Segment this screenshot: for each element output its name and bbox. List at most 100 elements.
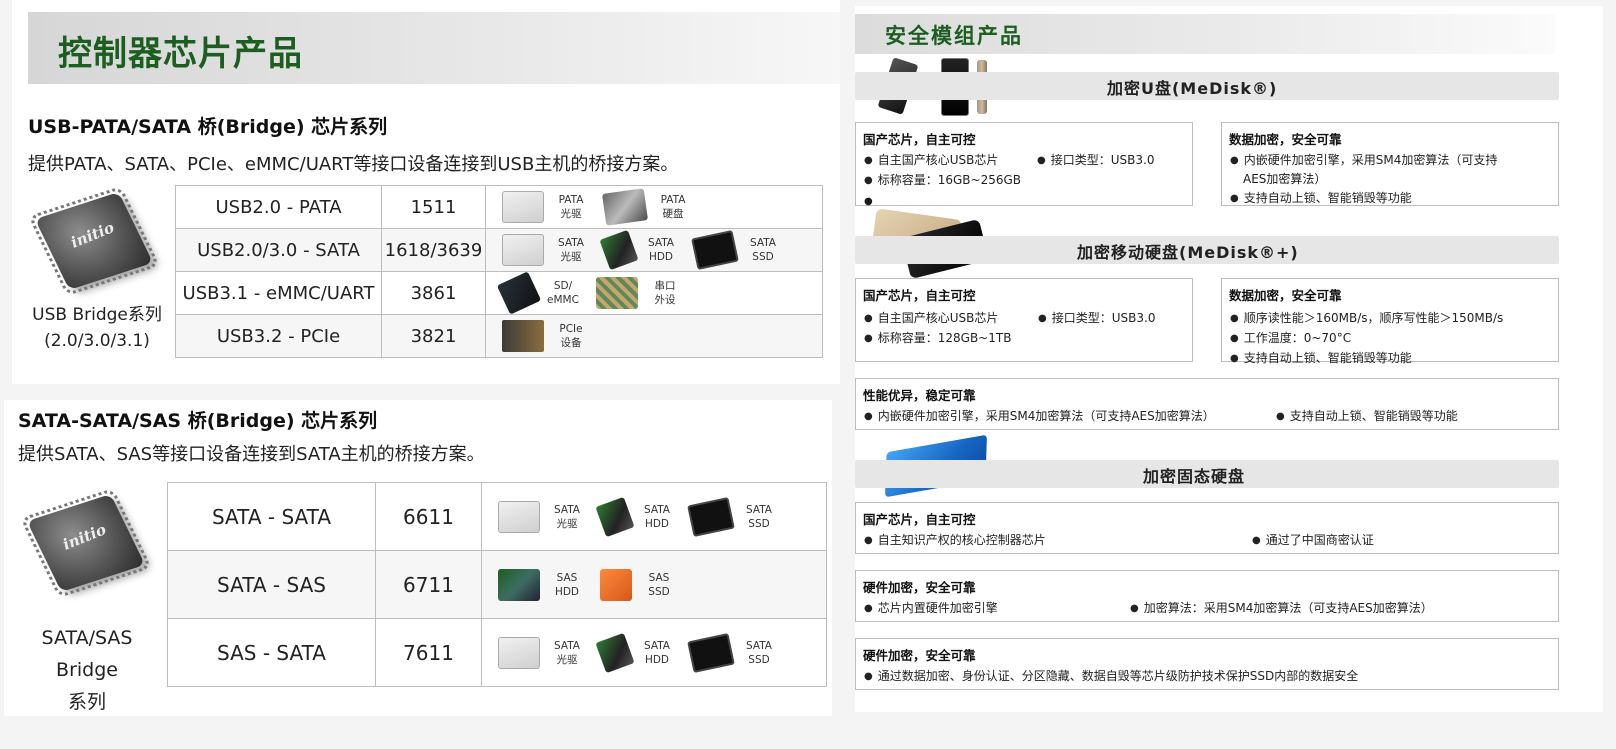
security-title-bar: 安全模组产品 [855,14,1555,54]
hdd-icon [595,496,635,537]
device-item: SATA HDD [599,229,678,271]
usb-series-description: 提供PATA、SATA、PCIe、eMMC/UART等接口设备连接到USB主机的… [28,154,679,175]
devices-cell: SD/ eMMC 串口 外设 [485,271,823,315]
controller-section-title: 控制器芯片产品 [58,34,303,74]
bullet-item: 标称容量：16GB~256GB [864,171,1021,188]
devices-cell: SAS HDD SAS SSD [481,550,827,619]
hdd-icon [595,632,635,673]
medisk-card-domestic: 国产芯片，自主可控 自主国产核心USB芯片 接口类型：USB3.0 标称容量：1… [855,122,1193,206]
optical-drive-icon [502,234,544,266]
interface-cell: SAS - SATA [167,618,376,687]
interface-cell: SATA - SATA [167,482,376,551]
bullet-item: 自主国产核心USB芯片 [864,309,999,326]
medisk-card-encryption: 数据加密，安全可靠 内嵌硬件加密引擎，采用SM4加密算法（可支持 AES加密算法… [1221,122,1559,206]
table-row: SATA - SATA 6611 SATA 光驱 SATA HDD SATA SSD [167,482,827,551]
sas-ssd-icon [600,568,632,601]
bullet-item: 自主国产核心USB芯片 [864,151,999,168]
device-label: SATA SSD [745,503,772,530]
bullet-item: 加密算法：采用SM4加密算法（可支持AES加密算法） [1130,599,1433,616]
device-item: SAS SSD [600,568,676,601]
model-cell: 7611 [375,618,482,687]
device-label: PATA 光驱 [558,194,584,220]
empty-bullet [864,189,873,208]
card-title: 性能优异，稳定可靠 [863,388,976,403]
device-item: SATA SSD [691,229,780,271]
bullet-item: 工作温度：0~70°C [1230,329,1351,346]
bullet-item: 接口类型：USB3.0 [1038,309,1156,326]
model-cell: 1511 [381,185,486,229]
medisk-plus-title: 加密移动硬盘(MeDisk®+) [1077,243,1299,262]
card-title: 数据加密，安全可靠 [1229,288,1342,303]
card-title: 国产芯片，自主可控 [863,288,976,303]
encrypted-ssd-title-bar: 加密固态硬盘 [855,460,1559,488]
device-label: SATA SSD [749,237,776,263]
ssd-card-protection: 硬件加密，安全可靠 通过数据加密、身份认证、分区隐藏、数据自毁等芯片级防护技术保… [855,638,1559,690]
security-module-panel: 安全模组产品 加密U盘(MeDisk®) 国产芯片，自主可控 自主国产核心USB… [855,6,1603,712]
bullet-item: 接口类型：USB3.0 [1037,151,1155,168]
card-title: 国产芯片，自主可控 [863,512,976,527]
device-label: SATA HDD [643,503,670,530]
interface-cell: SATA - SAS [167,550,376,619]
card-title: 硬件加密，安全可靠 [863,580,976,595]
device-item: SAS HDD [498,568,584,601]
model-cell: 6711 [375,550,482,619]
hdd-icon [599,229,639,271]
optical-drive-icon [498,636,540,669]
device-item: PATA 硬盘 [601,188,690,226]
sata-bridge-caption: SATA/SAS Bridge 系列 [41,627,133,713]
device-item: PATA 光驱 [502,191,588,223]
controller-title-bar: 控制器芯片产品 [28,12,840,84]
device-label: SATA HDD [647,237,674,263]
bullet-item: 支持自动上锁、智能销毁等功能 [1276,407,1458,424]
bullet-item: 内嵌硬件加密引擎，采用SM4加密算法（可支持AES加密算法） [864,407,1215,424]
sas-hdd-icon [498,568,540,601]
optical-drive-icon [502,191,544,223]
model-cell: 3861 [381,271,486,315]
devices-cell: SATA 光驱 SATA HDD SATA SSD [481,618,827,687]
model-cell: 3821 [381,314,486,358]
ssd-icon [687,632,735,673]
card-title: 数据加密，安全可靠 [1229,132,1342,147]
devices-cell: PATA 光驱 PATA 硬盘 [485,185,823,229]
device-item: SATA SSD [687,496,776,537]
devices-cell: SATA 光驱 SATA HDD SATA SSD [481,482,827,551]
medisk-plus-card-performance: 性能优异，稳定可靠 内嵌硬件加密引擎，采用SM4加密算法（可支持AES加密算法）… [855,378,1559,430]
bullet-item: 通过了中国商密认证 [1252,531,1374,548]
sata-bridge-chip-image: initio [26,494,146,592]
hard-drive-icon [601,188,649,226]
model-cell: 6611 [375,482,482,551]
medisk-plus-card-encryption: 数据加密，安全可靠 顺序读性能＞160MB/s，顺序写性能＞150MB/s 工作… [1221,278,1559,365]
table-row: SAS - SATA 7611 SATA 光驱 SATA HDD SATA SSD [167,618,827,687]
table-row: SATA - SAS 6711 SAS HDD SAS SSD [167,550,827,619]
device-item: SATA 光驱 [498,636,584,669]
device-item: 串口 外设 [596,277,682,309]
usb-bridge-chip-image: initio [34,192,154,290]
interface-cell: USB2.0 - PATA [175,185,382,229]
device-label: SAS HDD [554,571,580,598]
usb-bridge-panel: 控制器芯片产品 USB-PATA/SATA 桥(Bridge) 芯片系列 提供P… [12,0,840,384]
device-label: 串口 外设 [654,280,676,306]
table-row: USB3.2 - PCIe 3821 PCIe 设备 [175,314,823,358]
devices-cell: PCIe 设备 [485,314,823,358]
device-label: SATA 光驱 [553,503,580,530]
bullet-item: 通过数据加密、身份认证、分区隐藏、数据自毁等芯片级防护技术保护SSD内部的数据安… [864,667,1358,684]
bullet-item: 标称容量：128GB~1TB [864,329,1012,346]
bullet-item: 支持自动上锁、智能销毁等功能 [1230,189,1412,206]
usb-bridge-table: USB2.0 - PATA 1511 PATA 光驱 PATA 硬盘 USB2.0/3.… [175,185,823,358]
emmc-chip-icon [496,271,542,315]
device-label: PATA 硬盘 [660,194,686,220]
device-label: SATA 光驱 [553,639,580,666]
circuit-board-icon [596,277,638,309]
bullet-item: 内嵌硬件加密引擎，采用SM4加密算法（可支持 [1230,151,1498,168]
table-row: USB2.0 - PATA 1511 PATA 光驱 PATA 硬盘 [175,185,823,229]
sata-series-description: 提供SATA、SAS等接口设备连接到SATA主机的桥接方案。 [18,444,485,465]
bullet-item: 支持自动上锁、智能销毁等功能 [1230,349,1412,366]
device-label: SATA HDD [643,639,670,666]
card-title: 国产芯片，自主可控 [863,132,976,147]
ssd-card-domestic: 国产芯片，自主可控 自主知识产权的核心控制器芯片 通过了中国商密认证 [855,502,1559,554]
device-item: SATA 光驱 [502,234,588,266]
interface-cell: USB3.1 - eMMC/UART [175,271,382,315]
device-label: SATA SSD [745,639,772,666]
medisk-plus-card-domestic: 国产芯片，自主可控 自主国产核心USB芯片 接口类型：USB3.0 标称容量：1… [855,278,1193,362]
medisk-plus-title-bar: 加密移动硬盘(MeDisk®+) [855,236,1559,264]
